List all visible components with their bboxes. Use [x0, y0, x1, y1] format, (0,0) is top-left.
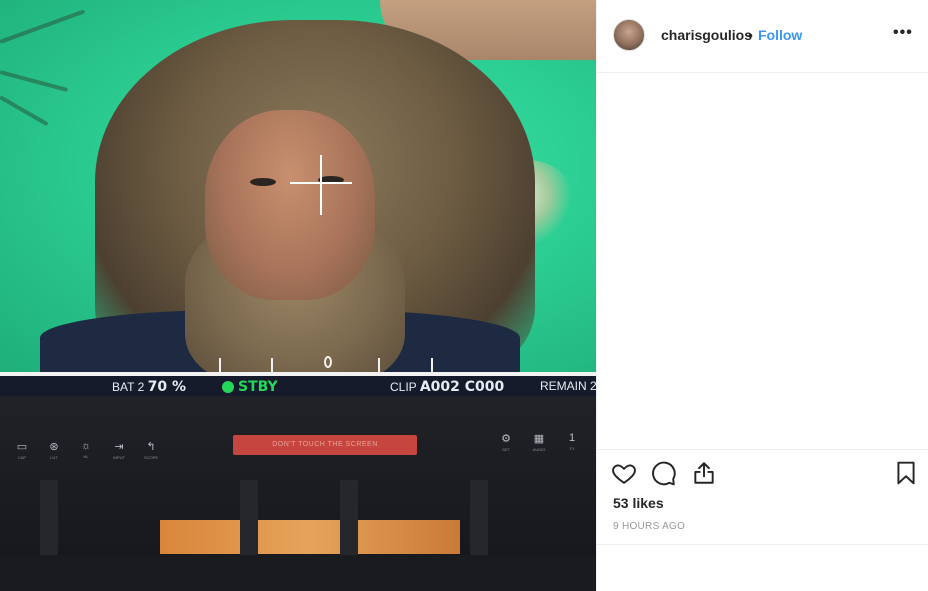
separator-dot: •: [748, 27, 753, 43]
standby-dot-icon: [222, 381, 234, 393]
status-value: STBY: [238, 379, 278, 395]
background-lights: [160, 520, 460, 554]
hl-button: ☼ HL: [80, 440, 92, 459]
post-actions: 53 likes 9 HOURS AGO: [597, 449, 928, 545]
set-button: ⚙ SET: [501, 433, 511, 452]
remain-readout: REMAIN 2: [540, 379, 596, 393]
post-photo[interactable]: BAT 2 70 % STBY CLIP A002 C000 REMAIN 2 …: [0, 0, 596, 591]
actor-face: [205, 110, 375, 300]
heart-icon[interactable]: [611, 460, 637, 491]
f1-button: 1 F1: [568, 432, 576, 451]
more-options-icon[interactable]: •••: [893, 24, 913, 42]
ruler-tick: [219, 358, 221, 374]
focus-crosshair: [320, 155, 322, 215]
clip-label: CLIP: [390, 380, 417, 394]
post-header: charisgoulios • Follow •••: [597, 0, 928, 73]
post-sidebar: charisgoulios • Follow ••• 53 likes 9 HO…: [596, 0, 928, 591]
clip-readout: CLIP A002 C000: [390, 379, 504, 395]
bookmark-icon[interactable]: [893, 460, 919, 491]
monitor-osd-bar: BAT 2 70 % STBY CLIP A002 C000 REMAIN 2: [0, 376, 596, 396]
username-link[interactable]: charisgoulios: [661, 27, 752, 43]
actor-eye: [250, 178, 276, 186]
tape-note: DON'T TOUCH THE SCREEN: [233, 435, 417, 455]
post-timestamp: 9 HOURS AGO: [613, 521, 686, 532]
lut-button: ⊛ LUT: [49, 441, 59, 460]
add-comment-area: [597, 544, 928, 591]
battery-readout: BAT 2 70 %: [112, 379, 186, 395]
ruler-center-mark: [324, 356, 332, 368]
audio-button: ▦ AUDIO: [532, 433, 546, 452]
share-icon[interactable]: [691, 460, 717, 491]
ruler-tick: [271, 358, 273, 374]
monitor-base: [0, 555, 596, 591]
clip-value: A002 C000: [419, 379, 505, 395]
battery-label: BAT 2: [112, 380, 145, 394]
ruler-tick: [378, 358, 380, 374]
cap-button: ▭ CAP: [16, 441, 28, 460]
status-readout: STBY: [222, 379, 278, 395]
input-button: ⇥ INPUT: [113, 441, 125, 460]
avatar[interactable]: [613, 19, 645, 51]
likes-count[interactable]: 53 likes: [613, 495, 664, 511]
comments-area: [597, 73, 928, 448]
ruler-tick: [431, 358, 433, 374]
battery-value: 70 %: [147, 379, 186, 395]
follow-button[interactable]: Follow: [758, 27, 802, 43]
scope-button: ↰ SCOPE: [143, 441, 158, 460]
comment-bubble-icon[interactable]: [651, 460, 677, 491]
